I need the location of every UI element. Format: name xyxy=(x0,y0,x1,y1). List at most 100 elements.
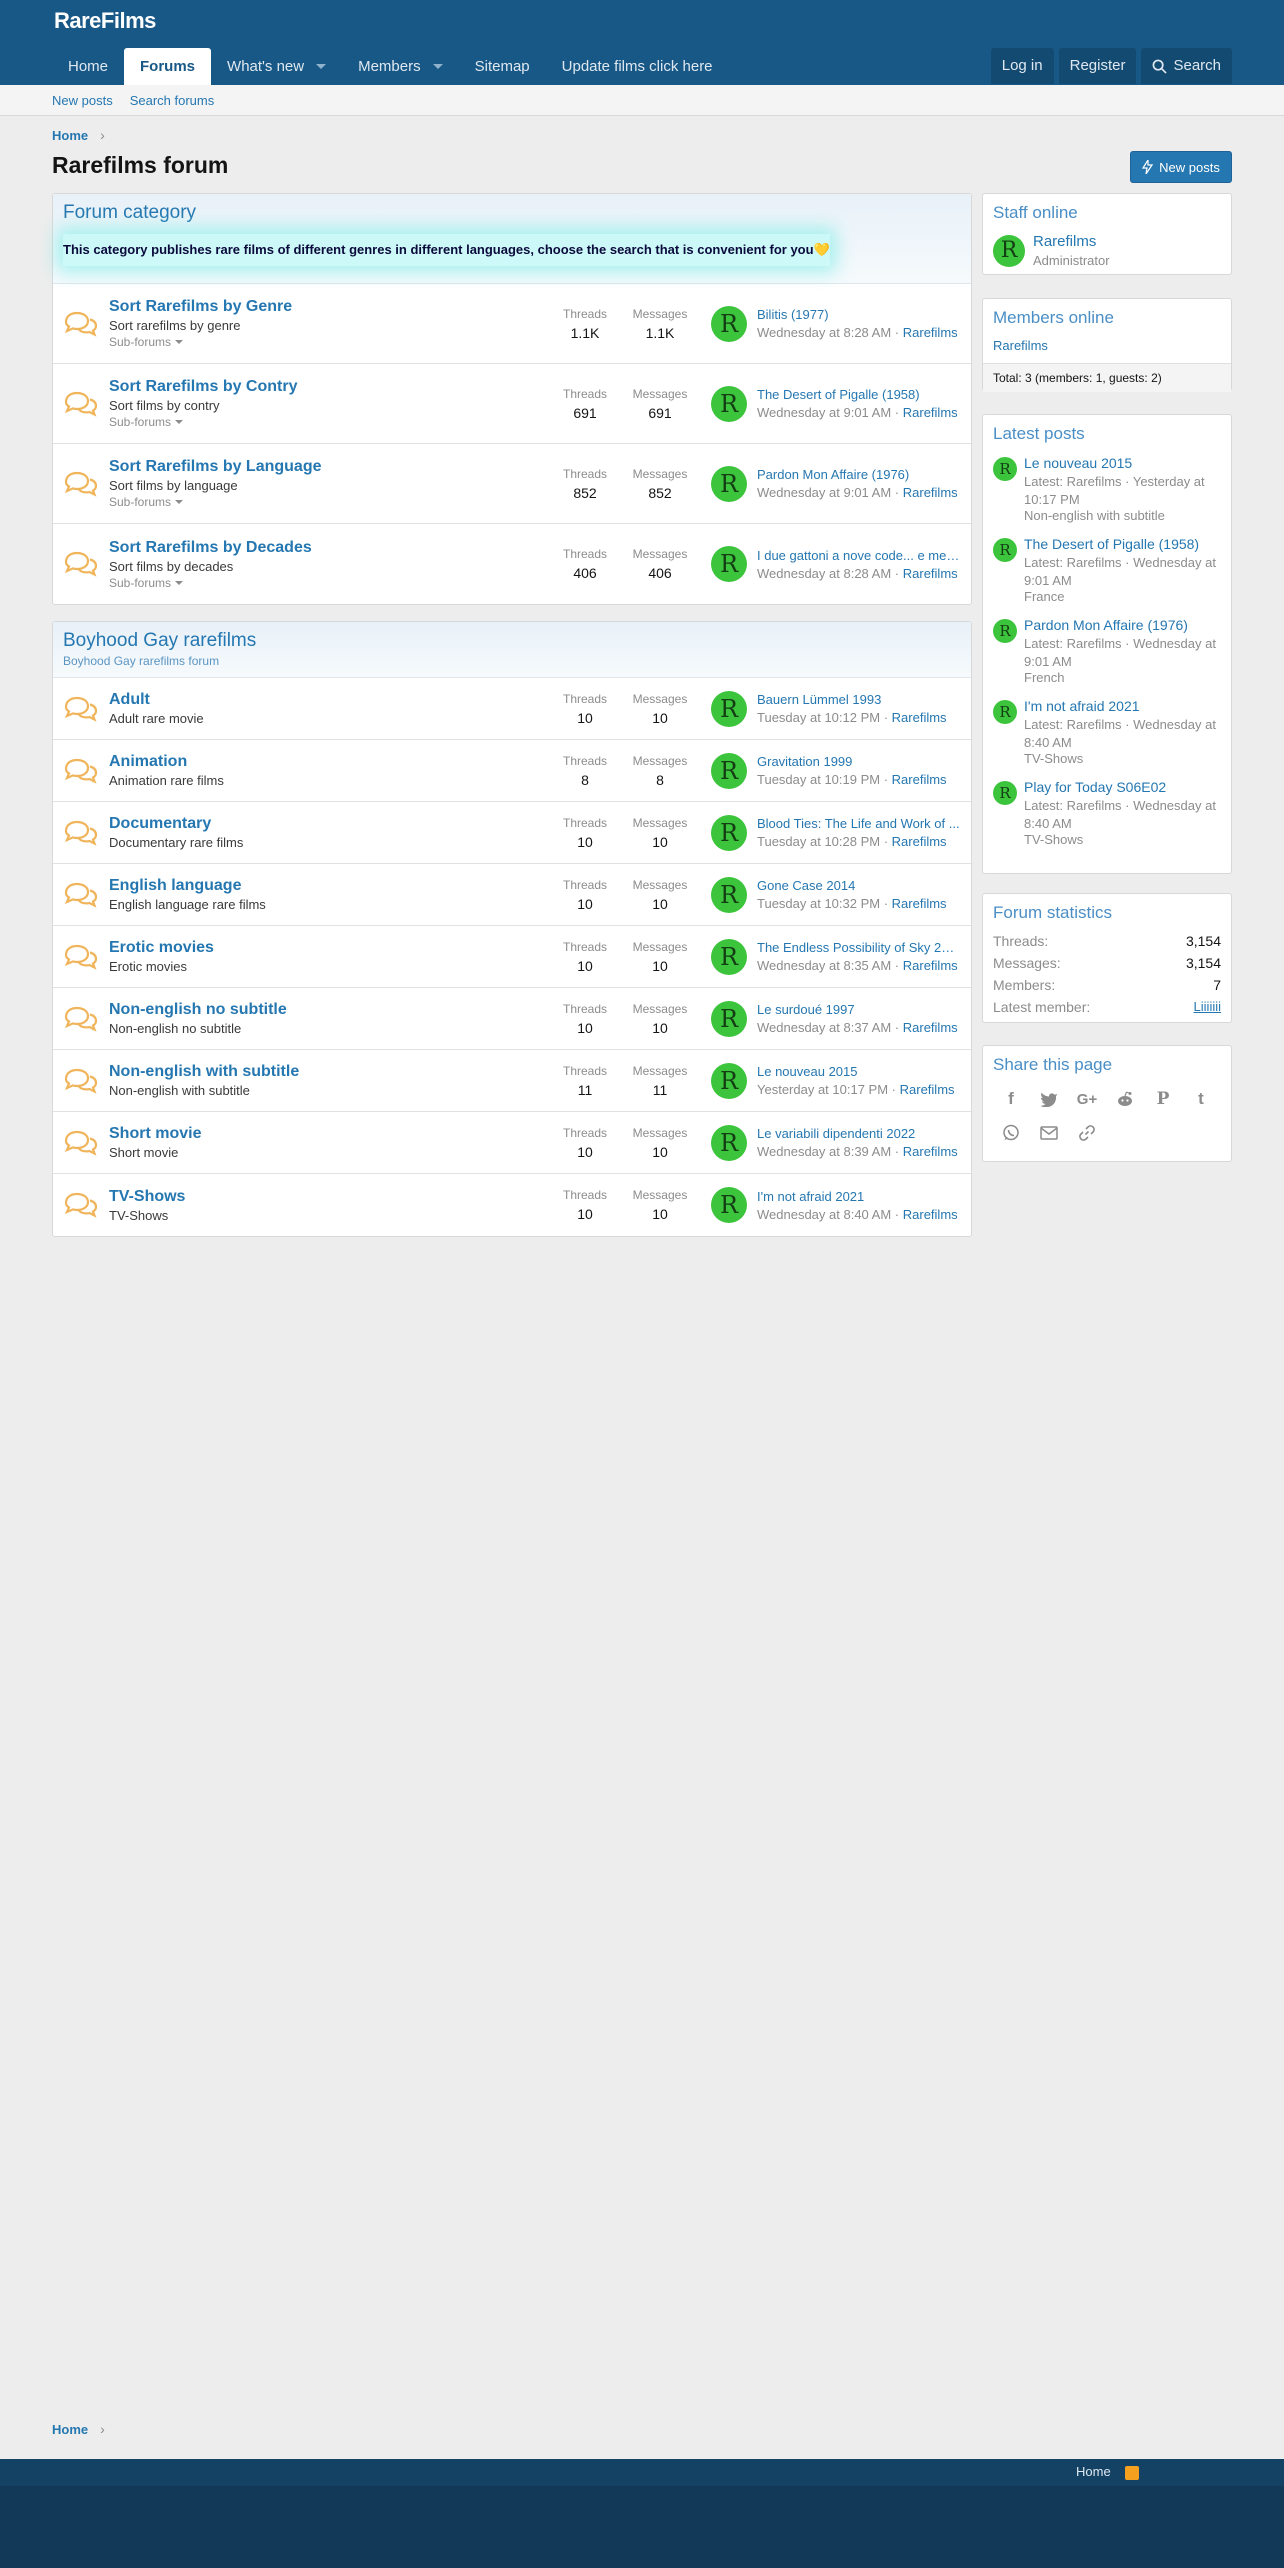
sub-forums-toggle[interactable]: Sub-forums xyxy=(109,415,551,429)
last-post-title[interactable]: I'm not afraid 2021 xyxy=(757,1189,958,1204)
node-title[interactable]: Non-english no subtitle xyxy=(109,1001,551,1019)
last-post-user[interactable]: Rarefilms xyxy=(903,566,958,581)
node-title[interactable]: Adult xyxy=(109,691,551,709)
forum-chat-icon[interactable] xyxy=(53,943,109,971)
last-post-date[interactable]: Tuesday at 10:28 PM xyxy=(757,834,880,849)
last-post-date[interactable]: Wednesday at 8:28 AM xyxy=(757,566,891,581)
last-post-date[interactable]: Tuesday at 10:32 PM xyxy=(757,896,880,911)
tab-whats-new[interactable]: What's new xyxy=(211,48,342,85)
avatar[interactable]: R xyxy=(711,1000,747,1037)
latest-member-link[interactable]: Liiiiiii xyxy=(1194,999,1221,1015)
last-post-date[interactable]: Wednesday at 8:28 AM xyxy=(757,325,891,340)
latest-post-title[interactable]: I'm not afraid 2021 xyxy=(1024,698,1221,714)
avatar[interactable]: R xyxy=(711,1124,747,1161)
last-post-user[interactable]: Rarefilms xyxy=(903,1020,958,1035)
node-title[interactable]: Short movie xyxy=(109,1125,551,1143)
staff-name[interactable]: Rarefilms xyxy=(1033,233,1110,250)
forum-chat-icon[interactable] xyxy=(53,695,109,723)
last-post-title[interactable]: Le variabili dipendenti 2022 xyxy=(757,1126,958,1141)
node-title[interactable]: English language xyxy=(109,877,551,895)
node-title[interactable]: Erotic movies xyxy=(109,939,551,957)
tab-forums[interactable]: Forums xyxy=(124,48,212,85)
tab-sitemap[interactable]: Sitemap xyxy=(459,48,546,85)
node-title[interactable]: TV-Shows xyxy=(109,1188,551,1206)
last-post-title[interactable]: Bilitis (1977) xyxy=(757,307,958,322)
latest-post-title[interactable]: Le nouveau 2015 xyxy=(1024,455,1221,471)
avatar[interactable]: R xyxy=(711,690,747,727)
footer-home-link[interactable]: Home xyxy=(1076,2464,1111,2479)
avatar[interactable]: R xyxy=(993,457,1017,481)
twitter-icon[interactable] xyxy=(1037,1087,1061,1111)
avatar[interactable]: R xyxy=(711,1187,747,1223)
forum-chat-icon[interactable] xyxy=(53,1005,109,1033)
forum-category-title[interactable]: Forum category xyxy=(63,202,961,224)
last-post-date[interactable]: Tuesday at 10:19 PM xyxy=(757,772,880,787)
avatar[interactable]: R xyxy=(993,700,1017,725)
tab-home[interactable]: Home xyxy=(52,48,124,85)
tab-members[interactable]: Members xyxy=(342,48,459,85)
last-post-title[interactable]: The Desert of Pigalle (1958) xyxy=(757,387,958,402)
last-post-user[interactable]: Rarefilms xyxy=(903,1144,958,1159)
last-post-user[interactable]: Rarefilms xyxy=(903,485,958,500)
last-post-date[interactable]: Wednesday at 9:01 AM xyxy=(757,485,891,500)
online-member[interactable]: Rarefilms xyxy=(983,336,1231,363)
whatsapp-icon[interactable] xyxy=(999,1121,1023,1145)
avatar[interactable]: R xyxy=(711,1062,747,1099)
forum-chat-icon[interactable] xyxy=(53,1191,109,1219)
google-plus-icon[interactable]: G+ xyxy=(1075,1087,1099,1111)
latest-post-title[interactable]: Play for Today S06E02 xyxy=(1024,779,1221,795)
latest-post-forum[interactable]: French xyxy=(1024,670,1221,685)
sub-forums-toggle[interactable]: Sub-forums xyxy=(109,335,551,349)
new-posts-link[interactable]: New posts xyxy=(52,93,113,108)
last-post-title[interactable]: Gone Case 2014 xyxy=(757,878,947,893)
node-title[interactable]: Sort Rarefilms by Contry xyxy=(109,378,551,396)
last-post-title[interactable]: Gravitation 1999 xyxy=(757,754,947,769)
sub-forums-toggle[interactable]: Sub-forums xyxy=(109,495,551,509)
tab-update-films[interactable]: Update films click here xyxy=(546,48,729,85)
latest-post-title[interactable]: The Desert of Pigalle (1958) xyxy=(1024,536,1221,552)
last-post-user[interactable]: Rarefilms xyxy=(892,834,947,849)
last-post-title[interactable]: Pardon Mon Affaire (1976) xyxy=(757,467,958,482)
register-button[interactable]: Register xyxy=(1058,48,1137,84)
last-post-date[interactable]: Wednesday at 8:40 AM xyxy=(757,1207,891,1222)
last-post-date[interactable]: Wednesday at 9:01 AM xyxy=(757,405,891,420)
last-post-title[interactable]: Le surdoué 1997 xyxy=(757,1002,958,1017)
latest-posts-title[interactable]: Latest posts xyxy=(983,415,1231,452)
avatar[interactable]: R xyxy=(711,814,747,851)
sub-forums-toggle[interactable]: Sub-forums xyxy=(109,576,551,590)
forum-chat-icon[interactable] xyxy=(53,470,109,498)
forum-chat-icon[interactable] xyxy=(53,1129,109,1157)
forum-chat-icon[interactable] xyxy=(53,550,109,578)
last-post-user[interactable]: Rarefilms xyxy=(892,896,947,911)
last-post-date[interactable]: Wednesday at 8:39 AM xyxy=(757,1144,891,1159)
boyhood-gay-title[interactable]: Boyhood Gay rarefilms xyxy=(63,630,961,652)
facebook-icon[interactable]: f xyxy=(999,1087,1023,1111)
node-title[interactable]: Sort Rarefilms by Decades xyxy=(109,539,551,557)
chevron-down-icon[interactable] xyxy=(432,64,443,69)
breadcrumb-home[interactable]: Home xyxy=(52,128,88,143)
avatar[interactable]: R xyxy=(993,234,1025,267)
forum-chat-icon[interactable] xyxy=(53,757,109,785)
avatar[interactable]: R xyxy=(711,938,747,975)
last-post-date[interactable]: Yesterday at 10:17 PM xyxy=(757,1082,888,1097)
email-icon[interactable] xyxy=(1037,1121,1061,1145)
staff-online-title[interactable]: Staff online xyxy=(983,194,1231,231)
breadcrumb-home[interactable]: Home xyxy=(52,2422,88,2437)
node-title[interactable]: Documentary xyxy=(109,815,551,833)
latest-post-forum[interactable]: TV-Shows xyxy=(1024,832,1221,847)
avatar[interactable]: R xyxy=(993,538,1017,563)
latest-post-forum[interactable]: France xyxy=(1024,589,1221,604)
forum-chat-icon[interactable] xyxy=(53,310,109,338)
last-post-title[interactable]: The Endless Possibility of Sky 2012 xyxy=(757,940,961,955)
avatar[interactable]: R xyxy=(711,465,747,502)
last-post-user[interactable]: Rarefilms xyxy=(903,405,958,420)
last-post-user[interactable]: Rarefilms xyxy=(900,1082,955,1097)
avatar[interactable]: R xyxy=(993,619,1017,644)
avatar[interactable]: R xyxy=(711,752,747,789)
last-post-title[interactable]: Le nouveau 2015 xyxy=(757,1064,955,1079)
rss-icon[interactable] xyxy=(1125,2466,1139,2480)
avatar[interactable]: R xyxy=(711,305,747,342)
last-post-date[interactable]: Wednesday at 8:35 AM xyxy=(757,958,891,973)
chevron-down-icon[interactable] xyxy=(316,64,327,69)
link-icon[interactable] xyxy=(1075,1121,1099,1145)
